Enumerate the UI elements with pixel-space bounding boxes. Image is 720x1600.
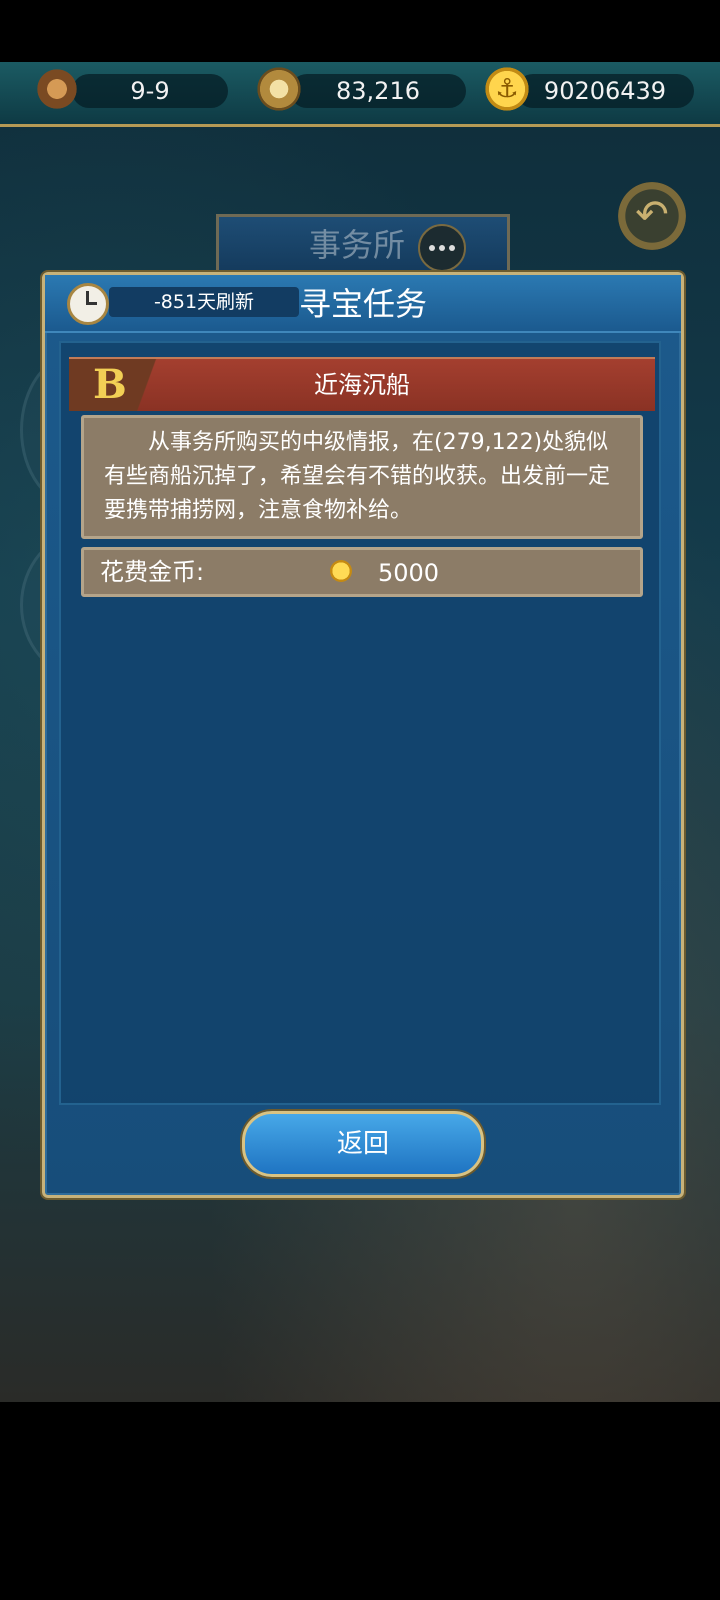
mission-description: 从事务所购买的中级情报，在(279,122)处貌似有些商船沉掉了，希望会有不错的… [81,415,643,539]
cost-value: 5000 [378,559,440,587]
time-pill: 9-9 [72,74,228,108]
anchor-coin-icon: ⚓ [484,66,530,112]
background-office-title: 事务所 [309,226,406,264]
coins-value: 90206439 [543,77,667,105]
reputation-value: 83,216 [336,77,420,105]
return-button[interactable]: 返回 [242,1111,484,1177]
mission-name: 近海沉船 [314,371,410,399]
cost-label: 花费金币: [100,558,205,586]
time-value: 9-9 [130,77,170,105]
hourglass-icon [34,66,80,112]
dialog-title: 寻宝任务 [298,285,427,323]
status-bar: 9-9 83,216 90206439 ⚓ [0,62,720,127]
reputation-pill: 83,216 [290,74,466,108]
back-arrow-icon[interactable]: ↶ [618,182,686,250]
dialog-header: -851天刷新 寻宝任务 [45,275,681,333]
mission-cost-row: 花费金币: 5000 [81,547,643,597]
chat-bubble-icon [418,224,466,272]
coin-icon [330,560,352,582]
treasure-task-dialog: -851天刷新 寻宝任务 B 近海沉船 从事务所购买的中级情报，在(279,12… [42,272,684,1198]
mission-card-header[interactable]: B 近海沉船 [69,357,655,411]
compass-icon [256,66,302,112]
coins-pill: 90206439 [516,74,694,108]
